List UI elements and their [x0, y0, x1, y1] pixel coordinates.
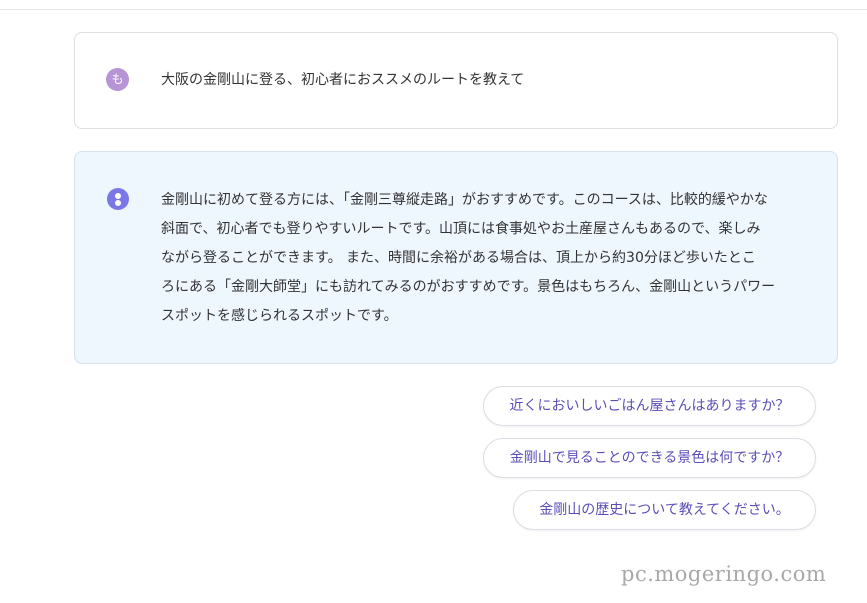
assistant-message-line: ながら登ることができます。 また、時間に余裕がある場合は、頂上から約30分ほど歩… [161, 250, 756, 266]
assistant-message-line: 斜面で、初心者でも登りやすいルートです。山頂には食事処やお土産屋さんもあるので、… [161, 221, 761, 237]
user-message-text: 大阪の金剛山に登る、初心者におススメのルートを教えて [161, 72, 525, 88]
top-divider [0, 9, 867, 10]
assistant-message-line: ろにある「金剛大師堂」にも訪れてみるのがおすすめです。景色はもちろん、金剛山とい… [161, 279, 776, 295]
suggestion-button-restaurants[interactable]: 近くにおいしいごはん屋さんはありますか？ [483, 386, 816, 426]
suggestion-button-history[interactable]: 金剛山の歴史について教えてください。 [513, 490, 816, 530]
assistant-message-line: スポットを感じられるスポットです。 [161, 308, 398, 324]
assistant-message-line: 金剛山に初めて登る方には、「金剛三尊縦走路」がおすすめです。このコースは、比較的… [161, 192, 768, 208]
suggestion-button-scenery[interactable]: 金剛山で見ることのできる景色は何ですか？ [483, 438, 816, 478]
assistant-dots-icon [107, 188, 129, 210]
user-avatar: も [106, 68, 129, 91]
watermark: pc.mogeringo.com [621, 562, 827, 586]
assistant-message-card: 金剛山に初めて登る方には、「金剛三尊縦走路」がおすすめです。このコースは、比較的… [74, 151, 838, 364]
assistant-message-text: 金剛山に初めて登る方には、「金剛三尊縦走路」がおすすめです。このコースは、比較的… [161, 186, 811, 331]
user-message-card: も 大阪の金剛山に登る、初心者におススメのルートを教えて [74, 32, 838, 129]
